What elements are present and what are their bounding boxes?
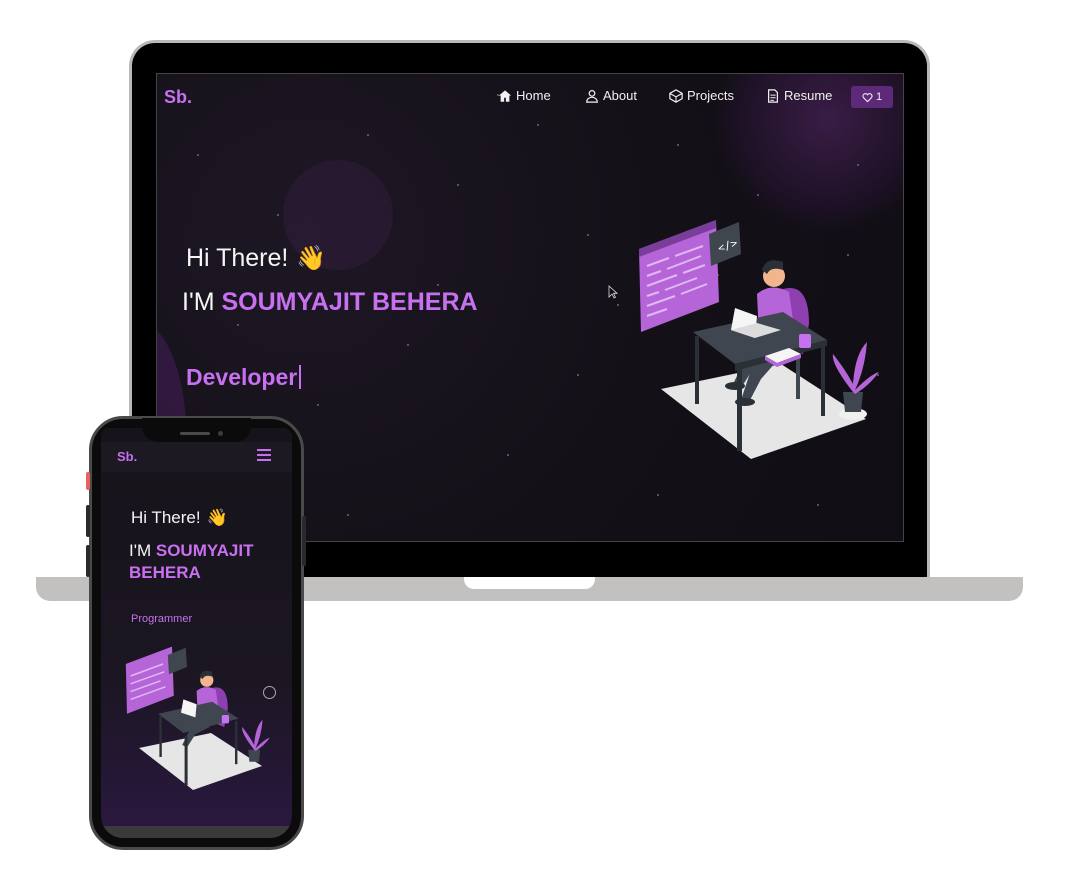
phone-greeting: Hi There! 👋 [131,508,228,528]
greeting-text: Hi There! [186,244,289,272]
nav-projects[interactable]: Projects [669,88,734,103]
star [197,154,199,156]
role-text: Developer [186,364,298,390]
phone-wave-emoji: 👋 [206,508,228,527]
typewriter-role: Developer [186,364,302,391]
star [317,404,319,406]
phone-speaker [180,432,210,435]
navbar: Sb. Home About Projects Resume 1 [157,74,903,120]
name-highlight: SOUMYAJIT BEHERA [221,288,478,316]
star [817,504,819,506]
nav-resume-label: Resume [784,88,833,103]
nav-about[interactable]: About [585,88,637,103]
mouse-pointer-icon [608,285,618,299]
phone-button [86,472,90,490]
nav-about-label: About [603,88,637,103]
phone-bottom-bar [101,826,292,838]
phone-button [302,516,306,566]
heart-icon [862,92,873,102]
fork-count: 1 [875,91,883,103]
device-mockup: Sb. Home About Projects Resume 1 Hi Ther… [0,0,1080,874]
star [617,304,619,306]
wave-emoji: 👋 [296,245,327,272]
star [857,164,859,166]
star [457,184,459,186]
star [507,454,509,456]
github-fork-button[interactable]: 1 [851,86,893,108]
nav-home[interactable]: Home [498,88,551,103]
home-icon [498,89,512,102]
star [407,344,409,346]
star [277,214,279,216]
star [587,234,589,236]
star [537,124,539,126]
phone-brand-logo[interactable]: Sb. [117,449,137,464]
phone-typewriter-role: Programmer [131,613,193,625]
phone-hero-name: I'M SOUMYAJIT BEHERA [129,540,289,584]
user-icon [586,89,598,103]
laptop-base-notch [464,577,595,589]
greeting: Hi There! 👋 [186,244,326,273]
developer-illustration: </> [639,220,879,459]
phone-button [86,505,90,537]
star [677,144,679,146]
phone-button [86,545,90,577]
nav-projects-label: Projects [687,88,734,103]
phone-screen: Sb. Hi There! 👋 I'M SOUMYAJIT BEHERA Pro… [101,428,292,838]
projects-icon [669,88,683,103]
phone-notch [142,418,251,442]
phone-camera [218,431,223,436]
brand-logo[interactable]: Sb. [164,87,192,108]
hamburger-menu-icon[interactable] [257,448,271,462]
hero-name: I'M SOUMYAJIT BEHERA [182,288,478,317]
nav-resume[interactable]: Resume [766,88,832,103]
nav-home-label: Home [516,88,551,103]
star [437,284,439,286]
phone-name-prefix: I'M [129,541,152,560]
star [757,194,759,196]
star [577,374,579,376]
document-icon [768,88,778,103]
typing-cursor [299,365,302,389]
star [347,514,349,516]
name-prefix: I'M [182,288,215,316]
star [237,324,239,326]
phone-developer-illustration [125,646,270,790]
star [367,134,369,136]
star [657,494,659,496]
phone-greeting-text: Hi There! [131,508,201,527]
